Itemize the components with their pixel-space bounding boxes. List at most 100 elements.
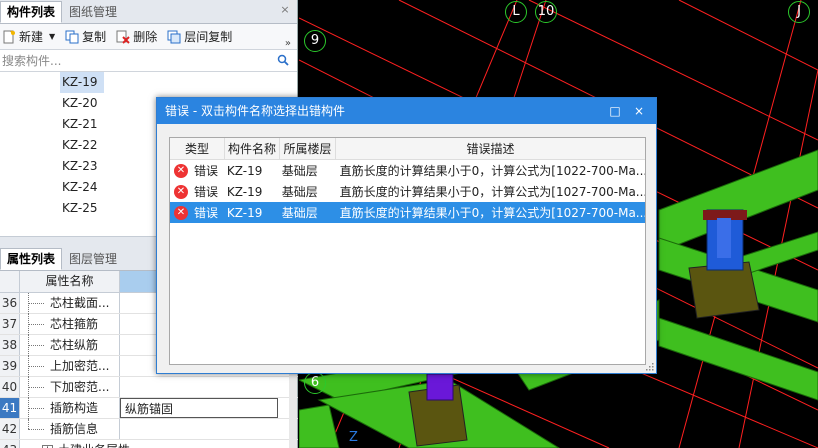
property-name: 芯柱纵筋 <box>50 338 99 352</box>
row-number: 36 <box>0 293 20 313</box>
new-button[interactable]: 新建 ▼ <box>2 28 55 45</box>
error-type: 错误 <box>194 185 219 199</box>
table-row[interactable]: ✕ 错误 KZ-19 基础层 直筋长度的计算结果小于0，计算公式为[1022-70… <box>170 160 645 181</box>
copy-button[interactable]: 复制 <box>65 28 106 45</box>
list-item[interactable]: KZ-23 <box>60 156 104 177</box>
property-name: 芯柱箍筋 <box>50 317 99 331</box>
property-name-cell: 插筋信息 <box>20 419 120 439</box>
property-name: 上加密范... <box>50 359 110 373</box>
column-header-name[interactable]: 构件名称 <box>225 138 280 159</box>
property-name-cell: 芯柱箍筋 <box>20 314 120 335</box>
component-name[interactable]: KZ-19 <box>225 206 280 220</box>
row-number-header <box>0 271 20 292</box>
error-icon: ✕ <box>174 163 188 178</box>
property-name-cell: + 土建业务属性 <box>20 440 280 448</box>
new-button-label: 新建 <box>19 30 44 44</box>
new-file-icon <box>3 29 15 43</box>
list-item[interactable]: KZ-21 <box>60 114 104 135</box>
component-toolbar: 新建 ▼ 复制 删除 层间复制 <box>0 24 297 50</box>
column-header-floor[interactable]: 所属楼层 <box>280 138 336 159</box>
chevron-down-icon[interactable]: ▼ <box>49 32 55 41</box>
property-name-cell: 芯柱纵筋 <box>20 335 120 356</box>
error-description: 直筋长度的计算结果小于0，计算公式为[1027-700-Ma... <box>339 206 646 220</box>
floor-name: 基础层 <box>281 206 318 220</box>
toolbar-overflow-icon[interactable]: » <box>285 38 291 49</box>
dialog-titlebar[interactable]: 错误 - 双击构件名称选择出错构件 □ × <box>157 98 656 124</box>
table-row[interactable]: 42 插筋信息 <box>0 419 298 440</box>
component-search <box>0 50 297 72</box>
table-row-selected[interactable]: ✕ 错误 KZ-19 基础层 直筋长度的计算结果小于0，计算公式为[1027-70… <box>170 202 645 223</box>
floor-copy-button-label: 层间复制 <box>184 30 233 44</box>
grid-axis-bubble: J <box>788 1 810 23</box>
column-header-type[interactable]: 类型 <box>170 138 225 159</box>
row-number: 40 <box>0 377 20 397</box>
grid-axis-bubble: 9 <box>304 30 326 52</box>
error-table-header: 类型 构件名称 所属楼层 错误描述 <box>170 138 645 160</box>
close-icon[interactable]: × <box>628 98 650 124</box>
table-row[interactable]: ✕ 错误 KZ-19 基础层 直筋长度的计算结果小于0，计算公式为[1027-70… <box>170 181 645 202</box>
component-name[interactable]: KZ-19 <box>225 185 280 199</box>
row-number: 39 <box>0 356 20 376</box>
floor-name: 基础层 <box>281 185 318 199</box>
property-name: 土建业务属性 <box>58 440 130 448</box>
list-item[interactable]: KZ-25 <box>60 198 104 219</box>
grid-axis-bubble: 10 <box>535 1 557 23</box>
property-value[interactable] <box>120 419 278 439</box>
tab-layer-management[interactable]: 图层管理 <box>62 248 124 270</box>
floor-copy-icon <box>167 30 181 43</box>
delete-button[interactable]: 删除 <box>116 28 157 45</box>
property-name: 下加密范... <box>50 380 110 394</box>
property-name-header: 属性名称 <box>20 271 120 292</box>
property-name: 芯柱截面... <box>50 296 110 310</box>
copy-icon <box>65 30 79 43</box>
error-dialog: 错误 - 双击构件名称选择出错构件 □ × 类型 构件名称 所属楼层 错误描述 … <box>156 97 657 374</box>
property-name-cell: 芯柱截面... <box>20 293 120 314</box>
dialog-title: 错误 - 双击构件名称选择出错构件 <box>165 104 345 118</box>
error-type: 错误 <box>194 206 219 220</box>
error-icon: ✕ <box>174 205 188 220</box>
floor-name: 基础层 <box>281 164 318 178</box>
property-value-header <box>120 271 156 292</box>
table-row[interactable]: 40 下加密范... <box>0 377 298 398</box>
resize-grip-icon[interactable] <box>646 363 654 371</box>
search-input[interactable] <box>0 50 297 71</box>
property-name-cell: 插筋构造 <box>20 398 120 419</box>
tab-component-list[interactable]: 构件列表 <box>0 1 63 23</box>
list-item[interactable]: KZ-24 <box>60 177 104 198</box>
grid-axis-bubble: 6 <box>304 372 326 394</box>
tab-drawing-management[interactable]: 图纸管理 <box>62 1 124 23</box>
property-name: 插筋信息 <box>50 422 99 436</box>
list-item[interactable]: KZ-22 <box>60 135 104 156</box>
component-name[interactable]: KZ-19 <box>225 164 280 178</box>
table-row-selected[interactable]: 41 插筋构造 纵筋锚固 <box>0 398 298 419</box>
delete-button-label: 删除 <box>133 30 158 44</box>
row-number: 43 <box>0 440 20 448</box>
error-type: 错误 <box>194 164 219 178</box>
maximize-icon[interactable]: □ <box>604 98 626 124</box>
row-number: 38 <box>0 335 20 355</box>
grid-axis-bubble: L <box>505 1 527 23</box>
list-item[interactable]: KZ-20 <box>60 93 104 114</box>
component-tabbar: 构件列表 图纸管理 × <box>0 0 297 24</box>
property-name: 插筋构造 <box>50 401 99 415</box>
error-table: 类型 构件名称 所属楼层 错误描述 ✕ 错误 KZ-19 基础层 直筋长度的计算结… <box>169 137 646 365</box>
property-name-cell: 上加密范... <box>20 356 120 377</box>
delete-icon <box>116 30 130 44</box>
tab-property-list[interactable]: 属性列表 <box>0 248 63 270</box>
floor-copy-button[interactable]: 层间复制 <box>167 28 232 45</box>
row-number: 41 <box>0 398 20 418</box>
scrollbar-top[interactable] <box>289 0 297 10</box>
error-description: 直筋长度的计算结果小于0，计算公式为[1027-700-Ma... <box>339 185 646 199</box>
property-name-cell: 下加密范... <box>20 377 120 398</box>
table-row[interactable]: 43 + 土建业务属性 <box>0 440 298 448</box>
error-description: 直筋长度的计算结果小于0，计算公式为[1022-700-Ma... <box>339 164 646 178</box>
search-icon[interactable] <box>277 54 289 66</box>
column-header-description[interactable]: 错误描述 <box>336 138 645 159</box>
z-axis-label: Z <box>349 430 358 445</box>
row-number: 37 <box>0 314 20 334</box>
list-item[interactable]: KZ-19 <box>60 72 104 93</box>
property-value-editor[interactable]: 纵筋锚固 <box>120 398 278 418</box>
property-value[interactable] <box>120 377 278 397</box>
error-icon: ✕ <box>174 184 188 199</box>
row-number: 42 <box>0 419 20 439</box>
